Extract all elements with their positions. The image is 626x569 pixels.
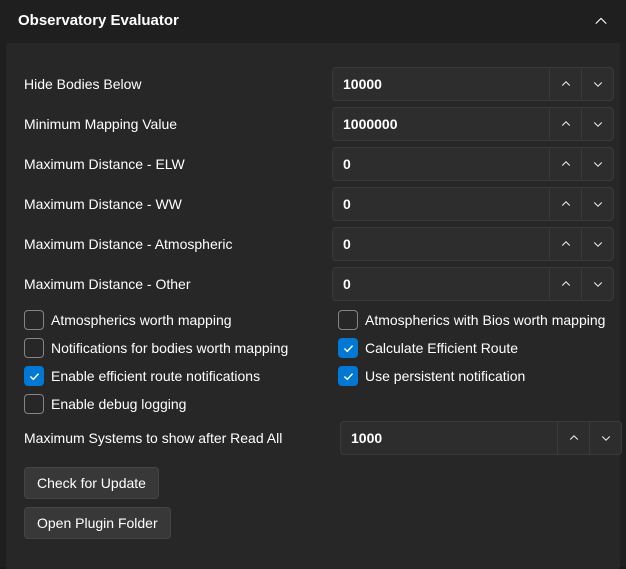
row-max-systems: Maximum Systems to show after Read All (24, 421, 602, 455)
label-max-systems: Maximum Systems to show after Read All (24, 430, 340, 446)
evaluator-panel: Observatory Evaluator Hide Bodies Below … (0, 0, 626, 567)
buttons-row: Check for Update Open Plugin Folder (24, 467, 602, 547)
row-max-atm: Maximum Distance - Atmospheric (24, 227, 602, 261)
checkbox-icon[interactable] (338, 366, 358, 386)
chevron-down-icon[interactable] (582, 147, 614, 181)
chevron-down-icon[interactable] (582, 227, 614, 261)
open-folder-button[interactable]: Open Plugin Folder (24, 507, 171, 539)
row-atm-worth: Atmospherics worth mapping Atmospherics … (24, 307, 602, 333)
checkbox-label: Atmospherics worth mapping (51, 312, 232, 328)
panel-header[interactable]: Observatory Evaluator (0, 0, 626, 43)
input-max-atm[interactable] (332, 227, 550, 261)
checkbox-atm-worth[interactable]: Atmospherics worth mapping (24, 310, 338, 330)
chevron-down-icon[interactable] (582, 267, 614, 301)
spinner-min-mapping (332, 107, 614, 141)
chevron-down-icon[interactable] (590, 421, 622, 455)
row-enable-route-notif: Enable efficient route notifications Use… (24, 363, 602, 389)
row-max-elw: Maximum Distance - ELW (24, 147, 602, 181)
checkbox-icon[interactable] (338, 338, 358, 358)
row-min-mapping: Minimum Mapping Value (24, 107, 602, 141)
chevron-up-icon[interactable] (550, 147, 582, 181)
spinner-max-elw (332, 147, 614, 181)
checkbox-label: Calculate Efficient Route (365, 340, 518, 356)
checkbox-enable-route-notif[interactable]: Enable efficient route notifications (24, 366, 338, 386)
checkbox-debug-log[interactable]: Enable debug logging (24, 394, 338, 414)
input-max-elw[interactable] (332, 147, 550, 181)
spinner-max-atm (332, 227, 614, 261)
check-update-button[interactable]: Check for Update (24, 467, 159, 499)
checkbox-icon[interactable] (338, 310, 358, 330)
label-min-mapping: Minimum Mapping Value (24, 116, 332, 132)
chevron-down-icon[interactable] (582, 67, 614, 101)
checkbox-label: Enable debug logging (51, 396, 186, 412)
label-max-other: Maximum Distance - Other (24, 276, 332, 292)
chevron-down-icon[interactable] (582, 107, 614, 141)
input-min-mapping[interactable] (332, 107, 550, 141)
label-max-elw: Maximum Distance - ELW (24, 156, 332, 172)
checkbox-label: Atmospherics with Bios worth mapping (365, 312, 605, 328)
row-max-ww: Maximum Distance - WW (24, 187, 602, 221)
chevron-up-icon[interactable] (550, 107, 582, 141)
chevron-up-icon[interactable] (550, 187, 582, 221)
input-max-other[interactable] (332, 267, 550, 301)
spinner-max-other (332, 267, 614, 301)
label-hide-bodies: Hide Bodies Below (24, 76, 332, 92)
spinner-max-systems (340, 421, 622, 455)
checkbox-label: Notifications for bodies worth mapping (51, 340, 288, 356)
spinner-hide-bodies (332, 67, 614, 101)
label-max-ww: Maximum Distance - WW (24, 196, 332, 212)
chevron-up-icon[interactable] (550, 227, 582, 261)
checkbox-persist-notif[interactable]: Use persistent notification (338, 366, 602, 386)
chevron-up-icon[interactable] (594, 14, 608, 28)
input-max-ww[interactable] (332, 187, 550, 221)
checkbox-notif-bodies[interactable]: Notifications for bodies worth mapping (24, 338, 338, 358)
input-max-systems[interactable] (340, 421, 558, 455)
checkbox-icon[interactable] (24, 310, 44, 330)
checkbox-icon[interactable] (24, 366, 44, 386)
checkbox-label: Use persistent notification (365, 368, 525, 384)
checkbox-label: Enable efficient route notifications (51, 368, 260, 384)
panel-title: Observatory Evaluator (18, 12, 179, 29)
checkbox-calc-route[interactable]: Calculate Efficient Route (338, 338, 602, 358)
row-hide-bodies: Hide Bodies Below (24, 67, 602, 101)
checkbox-atm-bios[interactable]: Atmospherics with Bios worth mapping (338, 310, 605, 330)
row-max-other: Maximum Distance - Other (24, 267, 602, 301)
chevron-up-icon[interactable] (558, 421, 590, 455)
chevron-up-icon[interactable] (550, 267, 582, 301)
checkbox-icon[interactable] (24, 394, 44, 414)
checkbox-icon[interactable] (24, 338, 44, 358)
input-hide-bodies[interactable] (332, 67, 550, 101)
label-max-atm: Maximum Distance - Atmospheric (24, 236, 332, 252)
spinner-max-ww (332, 187, 614, 221)
chevron-up-icon[interactable] (550, 67, 582, 101)
panel-body: Hide Bodies Below Minimum Mapping Value … (6, 43, 620, 569)
chevron-down-icon[interactable] (582, 187, 614, 221)
row-notif-bodies: Notifications for bodies worth mapping C… (24, 335, 602, 361)
row-debug-log: Enable debug logging (24, 391, 602, 417)
